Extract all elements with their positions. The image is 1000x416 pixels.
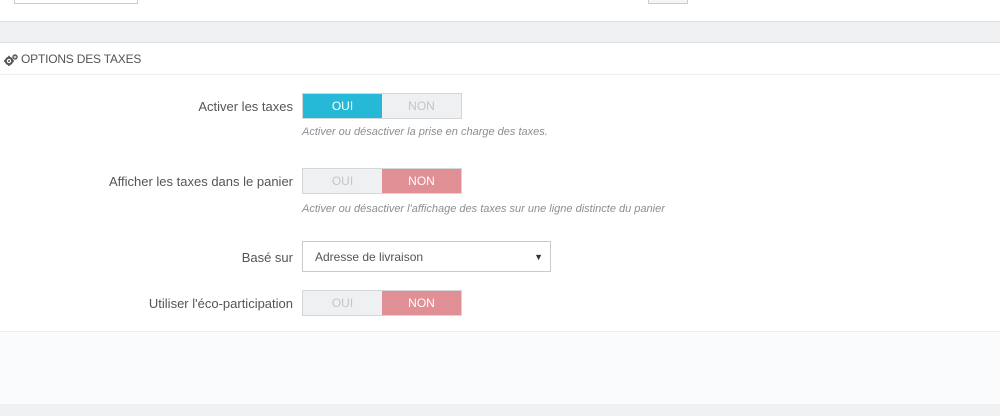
cogs-icon — [4, 53, 18, 66]
eco-tax-yes-option[interactable]: OUI — [303, 291, 382, 315]
panel-title: OPTIONS DES TAXES — [21, 51, 142, 66]
enable-taxes-no-option[interactable]: NON — [382, 94, 461, 118]
previous-panel-input[interactable] — [14, 0, 138, 4]
eco-tax-switch[interactable]: OUI NON — [302, 290, 462, 316]
display-taxes-cart-yes-option[interactable]: OUI — [303, 169, 382, 193]
panel-footer — [0, 331, 1000, 404]
previous-panel — [0, 0, 1000, 22]
previous-panel-field[interactable] — [648, 0, 688, 4]
enable-taxes-label: Activer les taxes — [198, 99, 293, 114]
based-on-select[interactable]: Adresse de livraison ▼ — [302, 241, 551, 272]
eco-tax-label: Utiliser l'éco-participation — [148, 296, 293, 311]
display-taxes-cart-switch[interactable]: OUI NON — [302, 168, 462, 194]
display-taxes-cart-help: Activer ou désactiver l'affichage des ta… — [302, 203, 665, 215]
caret-down-icon: ▼ — [534, 252, 543, 262]
based-on-label: Basé sur — [241, 250, 293, 265]
enable-taxes-switch[interactable]: OUI NON — [302, 93, 462, 119]
tax-options-panel: OPTIONS DES TAXES Activer les taxes OUI … — [0, 42, 1000, 404]
eco-tax-no-option[interactable]: NON — [382, 291, 461, 315]
display-taxes-cart-no-option[interactable]: NON — [382, 169, 461, 193]
based-on-value: Adresse de livraison — [315, 249, 424, 264]
panel-heading: OPTIONS DES TAXES — [0, 43, 1000, 75]
enable-taxes-yes-option[interactable]: OUI — [303, 94, 382, 118]
display-taxes-cart-label: Afficher les taxes dans le panier — [108, 174, 293, 189]
enable-taxes-help: Activer ou désactiver la prise en charge… — [302, 126, 548, 138]
